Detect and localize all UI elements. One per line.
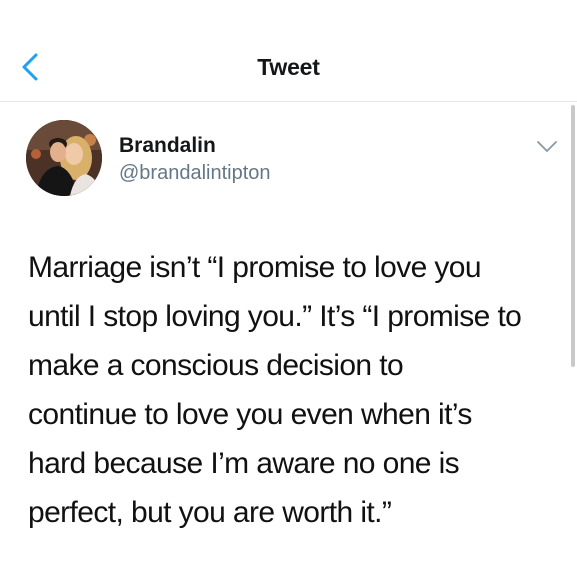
top-navigation-bar: Tweet [0, 0, 577, 102]
chevron-down-icon [537, 141, 557, 152]
avatar[interactable] [26, 120, 102, 196]
tweet-text: Marriage isn’t “I promise to love you un… [28, 251, 522, 529]
scrollbar[interactable] [571, 105, 575, 367]
page-title: Tweet [257, 54, 320, 80]
tweet-menu-button[interactable] [536, 140, 558, 154]
author-handle[interactable]: @brandalintipton [119, 162, 271, 185]
author-name[interactable]: Brandalin [119, 134, 216, 158]
